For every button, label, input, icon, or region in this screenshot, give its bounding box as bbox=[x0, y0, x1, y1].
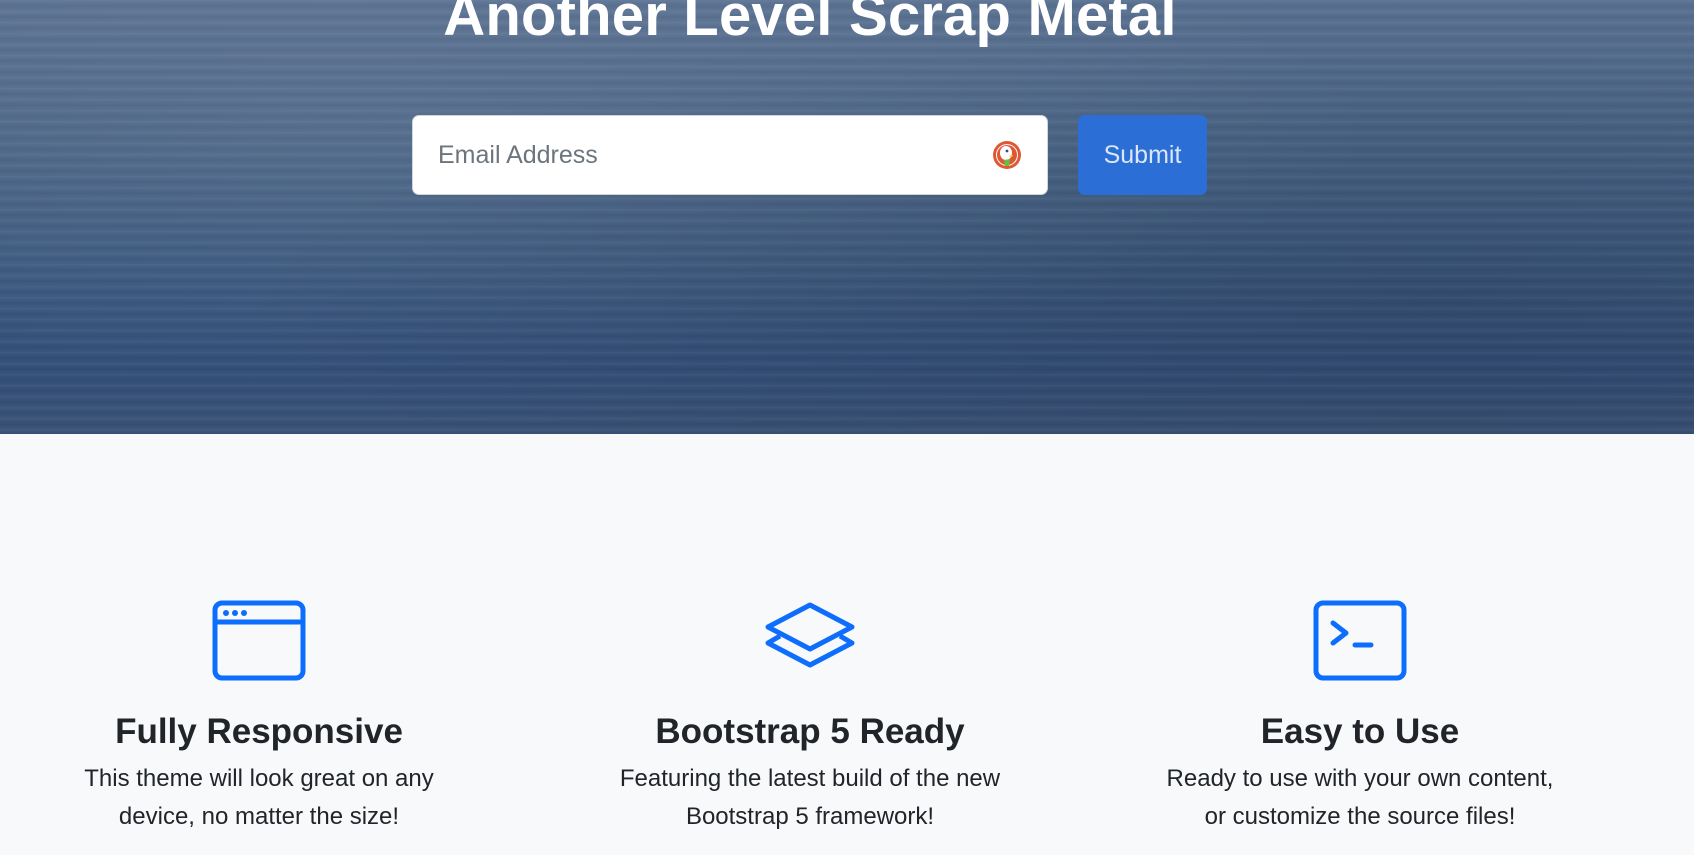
feature-title: Bootstrap 5 Ready bbox=[655, 712, 965, 751]
feature-text: This theme will look great on any device… bbox=[49, 760, 469, 836]
feature-text: Featuring the latest build of the new Bo… bbox=[600, 760, 1020, 836]
feature-text-line: or customize the source files! bbox=[1204, 803, 1516, 830]
feature-text-line: This theme will look great on any bbox=[84, 765, 434, 792]
page-title: Another Level Scrap Metal bbox=[443, 0, 1177, 48]
masthead: Another Level Scrap Metal bbox=[0, 0, 1694, 434]
window-icon bbox=[212, 600, 306, 681]
feature-title: Fully Responsive bbox=[115, 712, 403, 751]
feature-text-line: device, no matter the size! bbox=[118, 803, 400, 830]
feature-text-line: Ready to use with your own content, bbox=[1166, 765, 1554, 792]
feature-fully-responsive: Fully Responsive This theme will look gr… bbox=[49, 600, 469, 836]
feature-text-line: Featuring the latest build of the new bbox=[619, 765, 1001, 792]
feature-title: Easy to Use bbox=[1260, 712, 1460, 751]
feature-text-line: Bootstrap 5 framework! bbox=[685, 803, 935, 830]
terminal-icon bbox=[1313, 600, 1407, 681]
feature-bootstrap-ready: Bootstrap 5 Ready Featuring the latest b… bbox=[600, 600, 1020, 836]
feature-text: Ready to use with your own content, or c… bbox=[1150, 760, 1570, 836]
email-field[interactable] bbox=[412, 115, 1048, 195]
feature-easy-to-use: Easy to Use Ready to use with your own c… bbox=[1150, 600, 1570, 836]
submit-button[interactable]: Submit bbox=[1078, 115, 1207, 195]
duckduckgo-icon[interactable] bbox=[992, 140, 1022, 170]
layers-icon bbox=[765, 602, 855, 668]
